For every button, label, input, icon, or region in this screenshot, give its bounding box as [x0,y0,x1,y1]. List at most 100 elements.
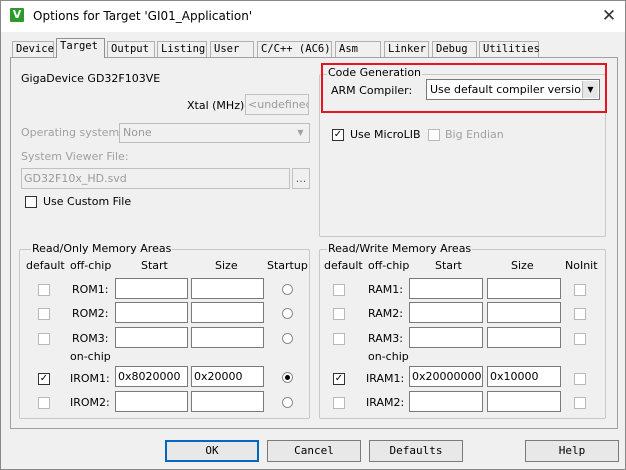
ram1-size-input[interactable] [487,278,561,299]
chevron-down-icon: ▼ [297,128,304,137]
rom1-size-input[interactable] [191,278,264,299]
irom2-size-input[interactable] [191,391,264,412]
tab-debug[interactable]: Debug [432,41,477,57]
rom3-size-input[interactable] [191,327,264,348]
ro-header-startup: Startup [267,259,308,272]
rom2-label: ROM2: [72,307,109,320]
rom3-start-input[interactable] [115,327,188,348]
tab-asm[interactable]: Asm [335,41,381,57]
svd-browse-button[interactable]: ... [292,168,310,189]
rom3-label: ROM3: [72,332,109,345]
close-button[interactable]: ✕ [597,6,621,26]
iram1-label: IRAM1: [366,372,405,385]
irom1-label: IROM1: [70,372,110,385]
window-title: Options for Target 'GI01_Application' [33,9,253,23]
irom1-start-input[interactable]: 0x8020000 [115,366,188,387]
rom3-default-checkbox[interactable] [38,333,50,345]
irom1-startup-radio[interactable] [282,372,293,383]
os-select[interactable]: None ▼ [119,123,310,143]
ram2-label: RAM2: [368,307,403,320]
rom3-startup-radio[interactable] [282,333,293,344]
ram1-label: RAM1: [368,283,403,296]
big-endian-checkbox[interactable] [428,129,440,141]
iram1-start-input[interactable]: 0x20000000 [409,366,483,387]
rom1-startup-radio[interactable] [282,284,293,295]
rom1-label: ROM1: [72,283,109,296]
options-dialog: V Options for Target 'GI01_Application' … [0,0,626,470]
tab-linker[interactable]: Linker [384,41,429,57]
ram3-label: RAM3: [368,332,403,345]
irom2-default-checkbox[interactable] [38,397,50,409]
big-endian-label: Big Endian [445,128,504,141]
rw-title: Read/Write Memory Areas [327,242,473,255]
tab-listing[interactable]: Listing [157,41,207,57]
ro-header-start: Start [141,259,168,272]
title-bar: V Options for Target 'GI01_Application' … [1,1,625,32]
ram3-noinit-checkbox[interactable] [574,333,586,345]
rw-header-offchip: off-chip [368,259,410,272]
ram2-default-checkbox[interactable] [333,308,345,320]
ram1-start-input[interactable] [409,278,483,299]
ram3-size-input[interactable] [487,327,561,348]
use-custom-file-label: Use Custom File [43,195,132,208]
os-value: None [123,126,152,139]
irom2-start-input[interactable] [115,391,188,412]
rom2-startup-radio[interactable] [282,308,293,319]
irom2-label: IROM2: [70,396,110,409]
ram2-size-input[interactable] [487,302,561,323]
iram2-size-input[interactable] [487,391,561,412]
tab-device[interactable]: Device [12,41,54,57]
ro-header-size: Size [215,259,238,272]
device-name: GigaDevice GD32F103VE [21,72,161,85]
highlight-box [321,63,607,113]
tab-cpp[interactable]: C/C++ (AC6) [257,41,332,57]
ram2-start-input[interactable] [409,302,483,323]
iram2-default-checkbox[interactable] [333,397,345,409]
tab-user[interactable]: User [210,41,254,57]
use-custom-file-checkbox[interactable] [25,196,37,208]
iram1-noinit-checkbox[interactable] [574,373,586,385]
uvision-icon: V [10,8,24,22]
iram1-size-input[interactable]: 0x10000 [487,366,561,387]
svd-label: System Viewer File: [21,150,129,163]
rw-header-start: Start [435,259,462,272]
rw-onchip-label: on-chip [368,350,409,363]
xtal-label: Xtal (MHz): [187,99,248,112]
ro-onchip-label: on-chip [70,350,111,363]
help-button[interactable]: Help [525,440,619,462]
rw-header-noinit: NoInit [565,259,598,272]
ram2-noinit-checkbox[interactable] [574,308,586,320]
microlib-checkbox[interactable]: ✓ [332,129,344,141]
rw-header-size: Size [511,259,534,272]
defaults-button[interactable]: Defaults [369,440,463,462]
tab-utilities[interactable]: Utilities [479,41,540,57]
ram1-noinit-checkbox[interactable] [574,284,586,296]
xtal-input[interactable]: <undefined> [245,94,309,115]
irom1-default-checkbox[interactable]: ✓ [38,373,50,385]
irom1-size-input[interactable]: 0x20000 [191,366,264,387]
tab-output[interactable]: Output [107,41,155,57]
rom1-start-input[interactable] [115,278,188,299]
microlib-label: Use MicroLIB [350,128,421,141]
rom2-size-input[interactable] [191,302,264,323]
iram2-label: IRAM2: [366,396,405,409]
irom2-startup-radio[interactable] [282,397,293,408]
ro-title: Read/Only Memory Areas [31,242,173,255]
svd-input[interactable]: GD32F10x_HD.svd [21,168,290,189]
ram3-default-checkbox[interactable] [333,333,345,345]
ram3-start-input[interactable] [409,327,483,348]
iram2-noinit-checkbox[interactable] [574,397,586,409]
ro-header-offchip: off-chip [70,259,112,272]
cancel-button[interactable]: Cancel [267,440,361,462]
rw-header-default: default [324,259,363,272]
os-label: Operating system: [21,126,123,139]
iram2-start-input[interactable] [409,391,483,412]
tab-target[interactable]: Target [56,38,105,58]
iram1-default-checkbox[interactable]: ✓ [333,373,345,385]
rom2-start-input[interactable] [115,302,188,323]
rom1-default-checkbox[interactable] [38,284,50,296]
ro-header-default: default [26,259,65,272]
ok-button[interactable]: OK [165,440,259,462]
ram1-default-checkbox[interactable] [333,284,345,296]
rom2-default-checkbox[interactable] [38,308,50,320]
